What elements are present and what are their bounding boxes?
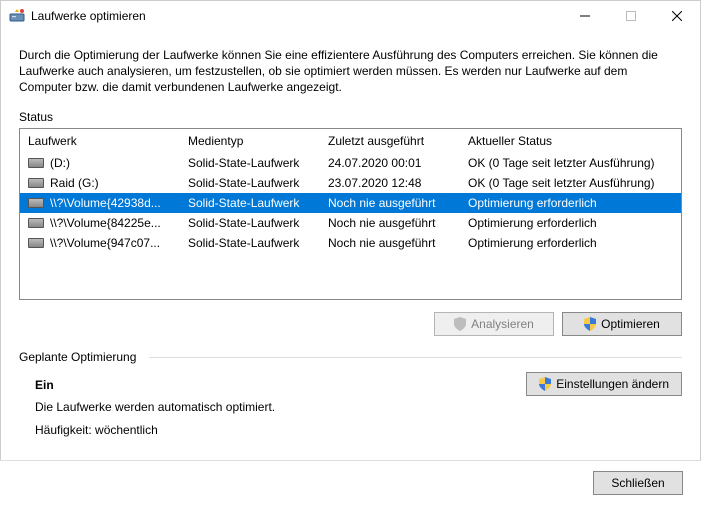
table-row[interactable]: \\?\Volume{42938d... Solid-State-Laufwerk… bbox=[20, 193, 681, 213]
last-run: Noch nie ausgeführt bbox=[320, 194, 460, 212]
drive-cell: \\?\Volume{84225e... bbox=[20, 214, 180, 232]
status-label: Status bbox=[19, 110, 682, 124]
media-type: Solid-State-Laufwerk bbox=[180, 174, 320, 192]
col-media[interactable]: Medientyp bbox=[180, 129, 320, 153]
shield-icon bbox=[584, 317, 596, 331]
analyze-button: Analysieren bbox=[434, 312, 554, 336]
close-dialog-button[interactable]: Schließen bbox=[593, 471, 683, 495]
settings-label: Einstellungen ändern bbox=[556, 377, 669, 391]
drive-cell: Raid (G:) bbox=[20, 174, 180, 192]
bottom-bar: Schließen bbox=[0, 460, 701, 505]
drive-icon bbox=[28, 198, 44, 208]
last-run: Noch nie ausgeführt bbox=[320, 234, 460, 252]
optimize-button[interactable]: Optimieren bbox=[562, 312, 682, 336]
drive-cell: (D:) bbox=[20, 154, 180, 172]
current-status: Optimierung erforderlich bbox=[460, 194, 681, 212]
drive-name: \\?\Volume{42938d... bbox=[50, 196, 161, 210]
close-label: Schließen bbox=[611, 476, 664, 490]
description-text: Durch die Optimierung der Laufwerke könn… bbox=[19, 47, 682, 96]
media-type: Solid-State-Laufwerk bbox=[180, 154, 320, 172]
table-row[interactable]: \\?\Volume{84225e... Solid-State-Laufwerk… bbox=[20, 213, 681, 233]
drive-list[interactable]: Laufwerk Medientyp Zuletzt ausgeführt Ak… bbox=[19, 128, 682, 300]
window-controls bbox=[562, 1, 700, 31]
media-type: Solid-State-Laufwerk bbox=[180, 214, 320, 232]
maximize-button bbox=[608, 1, 654, 31]
last-run: 24.07.2020 00:01 bbox=[320, 154, 460, 172]
media-type: Solid-State-Laufwerk bbox=[180, 234, 320, 252]
col-status[interactable]: Aktueller Status bbox=[460, 129, 681, 153]
scheduled-desc: Die Laufwerke werden automatisch optimie… bbox=[35, 396, 682, 419]
last-run: 23.07.2020 12:48 bbox=[320, 174, 460, 192]
table-row[interactable]: (D:) Solid-State-Laufwerk24.07.2020 00:01… bbox=[20, 153, 681, 173]
col-last[interactable]: Zuletzt ausgeführt bbox=[320, 129, 460, 153]
app-icon bbox=[9, 8, 25, 24]
scheduled-frequency: Häufigkeit: wöchentlich bbox=[35, 419, 682, 442]
current-status: Optimierung erforderlich bbox=[460, 214, 681, 232]
change-settings-button[interactable]: Einstellungen ändern bbox=[526, 372, 682, 396]
current-status: OK (0 Tage seit letzter Ausführung) bbox=[460, 174, 681, 192]
scheduled-heading: Geplante Optimierung bbox=[19, 350, 136, 364]
divider bbox=[149, 357, 682, 358]
title-bar: Laufwerke optimieren bbox=[1, 1, 700, 31]
shield-icon bbox=[539, 377, 551, 391]
shield-icon bbox=[454, 317, 466, 331]
drive-cell: \\?\Volume{42938d... bbox=[20, 194, 180, 212]
last-run: Noch nie ausgeführt bbox=[320, 214, 460, 232]
table-row[interactable]: \\?\Volume{947c07... Solid-State-Laufwerk… bbox=[20, 233, 681, 253]
drive-name: \\?\Volume{84225e... bbox=[50, 216, 161, 230]
window-title: Laufwerke optimieren bbox=[31, 9, 146, 23]
drive-icon bbox=[28, 218, 44, 228]
drive-name: \\?\Volume{947c07... bbox=[50, 236, 160, 250]
close-button[interactable] bbox=[654, 1, 700, 31]
drive-icon bbox=[28, 178, 44, 188]
drive-name: Raid (G:) bbox=[50, 176, 99, 190]
table-row[interactable]: Raid (G:) Solid-State-Laufwerk23.07.2020 … bbox=[20, 173, 681, 193]
minimize-button[interactable] bbox=[562, 1, 608, 31]
media-type: Solid-State-Laufwerk bbox=[180, 194, 320, 212]
drive-name: (D:) bbox=[50, 156, 70, 170]
drive-icon bbox=[28, 238, 44, 248]
optimize-label: Optimieren bbox=[601, 317, 660, 331]
current-status: OK (0 Tage seit letzter Ausführung) bbox=[460, 154, 681, 172]
col-drive[interactable]: Laufwerk bbox=[20, 129, 180, 153]
column-headers: Laufwerk Medientyp Zuletzt ausgeführt Ak… bbox=[20, 129, 681, 153]
drive-cell: \\?\Volume{947c07... bbox=[20, 234, 180, 252]
drive-icon bbox=[28, 158, 44, 168]
analyze-label: Analysieren bbox=[471, 317, 534, 331]
current-status: Optimierung erforderlich bbox=[460, 234, 681, 252]
